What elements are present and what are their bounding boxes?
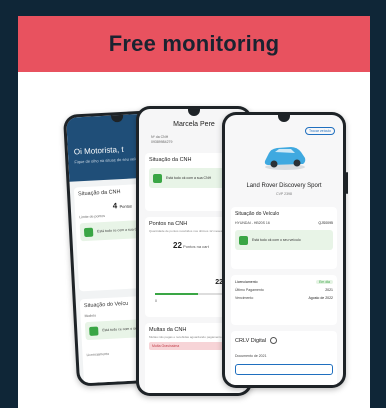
vehicle-row: HYUNDAI - HB20S 16 QJS0095 bbox=[235, 221, 333, 225]
cnh-number: Nº da CNH 09389984279 bbox=[151, 135, 173, 144]
power-button bbox=[346, 172, 348, 194]
monitoring-card: Free monitoring CG Oi Motorista, t Fique… bbox=[18, 16, 370, 408]
gauge-min: 0 bbox=[155, 299, 157, 303]
licensing-card[interactable]: Licenciamento Em dia Último Pagamento 20… bbox=[231, 275, 337, 325]
ok-text: Está tudo ok com o seu veículo bbox=[252, 238, 301, 242]
section-title: Situação do Veículo bbox=[235, 211, 280, 217]
check-icon bbox=[239, 235, 248, 245]
car-icon bbox=[264, 147, 306, 170]
download-crlv-button[interactable] bbox=[235, 364, 333, 375]
switch-vehicle-button[interactable]: Trocar veículo bbox=[304, 127, 335, 135]
status-badge: Em dia bbox=[316, 280, 333, 284]
phone-showcase: CG Oi Motorista, t Fique de olho na situ… bbox=[18, 72, 370, 408]
car-plate: CVP 2398 bbox=[276, 192, 292, 196]
info-icon bbox=[269, 337, 277, 344]
points-gauge-fill bbox=[155, 293, 198, 295]
due-date-row: Vencimento Agosto de 2022 bbox=[235, 296, 333, 300]
last-payment-row: Último Pagamento 2021 bbox=[235, 288, 333, 292]
vehicle-ok-box: Está tudo ok com o seu veículo bbox=[235, 230, 333, 250]
vehicle-status-card[interactable]: Situação do Veículo HYUNDAI - HB20S 16 Q… bbox=[231, 207, 337, 269]
crlv-document-row: Documento de 2021 bbox=[235, 354, 267, 358]
car-illustration bbox=[261, 141, 309, 171]
banner: Free monitoring bbox=[18, 16, 370, 72]
greeting-text: Oi Motorista, t bbox=[73, 144, 124, 157]
banner-title: Free monitoring bbox=[108, 31, 280, 56]
phone-right-screen: Trocar veículo Land Rover Discovery Spor… bbox=[225, 115, 343, 385]
check-icon bbox=[153, 173, 162, 183]
check-icon bbox=[83, 227, 94, 237]
phone-right: Trocar veículo Land Rover Discovery Spor… bbox=[222, 112, 348, 388]
car-name: Land Rover Discovery Sport bbox=[246, 183, 322, 189]
licensing-header: Licenciamento Em dia bbox=[231, 275, 337, 286]
crlv-card[interactable]: CRLV Digital Documento de 2021 bbox=[231, 331, 337, 385]
section-title: CRLV Digital bbox=[231, 331, 337, 346]
check-icon bbox=[89, 325, 99, 336]
ok-text: Está tudo ok com a sua CNH bbox=[166, 176, 212, 180]
